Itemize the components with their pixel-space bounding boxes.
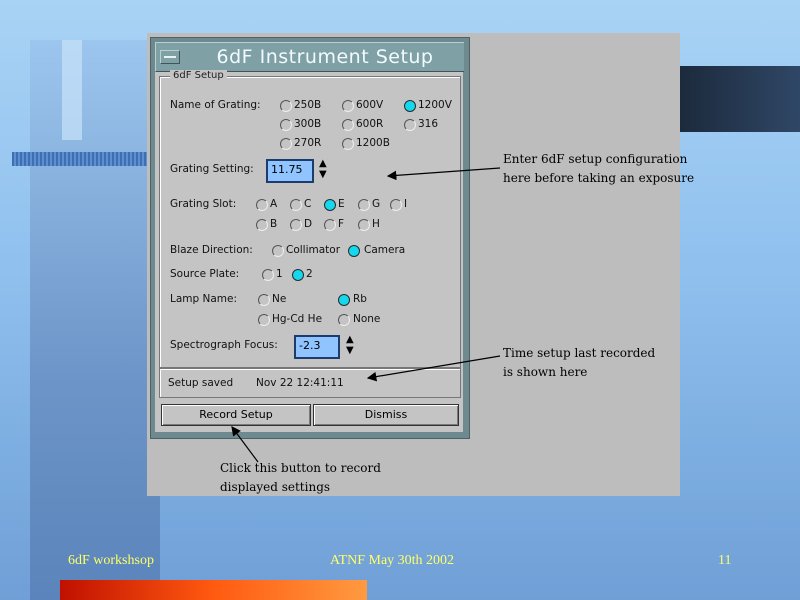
arrow-to-status — [366, 355, 501, 382]
config-annotation: Enter 6dF setup configuration here befor… — [503, 150, 694, 188]
time-annotation: Time setup last recorded is shown here — [503, 344, 655, 382]
footer-left: 6dF workshsop — [68, 553, 154, 568]
config-annotation-line-2: here before taking an exposure — [503, 171, 695, 185]
click-annotation-line-1: Click this button to record — [220, 461, 381, 475]
annotation-arrows — [231, 167, 501, 463]
arrow-to-grating-setting — [386, 167, 501, 181]
footer-center: ATNF May 30th 2002 — [330, 553, 455, 568]
click-annotation-line-2: displayed settings — [220, 480, 331, 494]
time-annotation-line-2: is shown here — [503, 365, 588, 379]
click-annotation: Click this button to record displayed se… — [220, 459, 381, 497]
config-annotation-line-1: Enter 6dF setup configuration — [503, 152, 688, 166]
arrow-to-record-button — [231, 426, 259, 463]
page-number: 11 — [718, 553, 732, 568]
time-annotation-line-1: Time setup last recorded — [503, 346, 656, 360]
